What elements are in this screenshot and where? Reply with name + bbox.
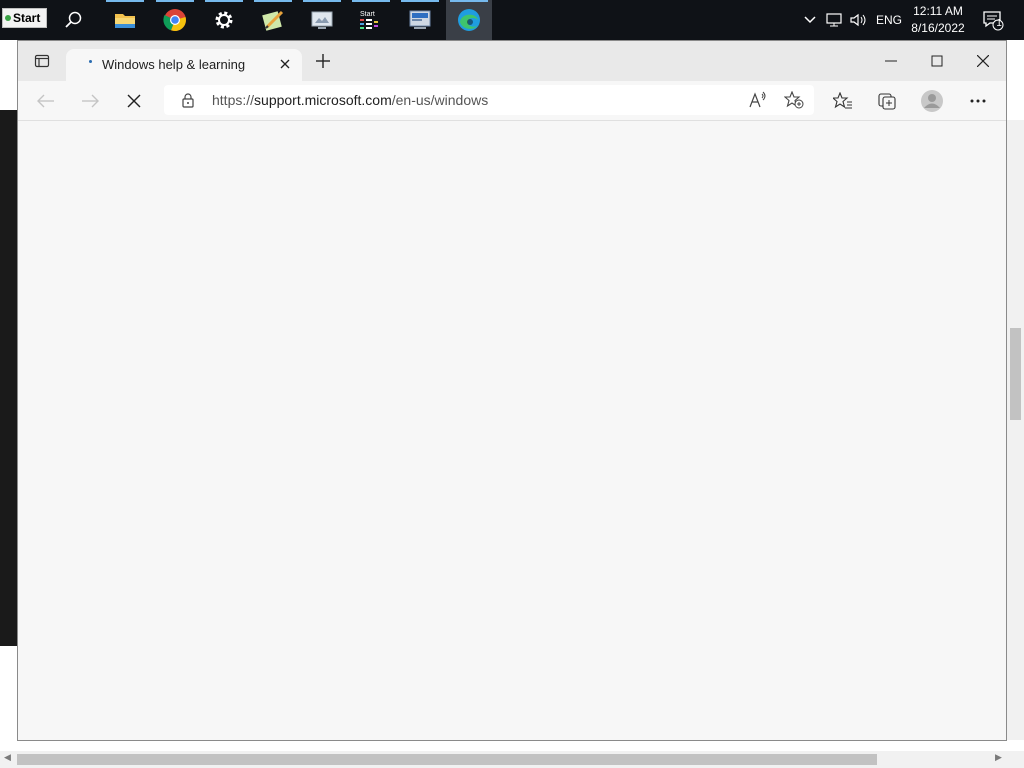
system-clock[interactable]: 12:11 AM 8/16/2022 — [905, 3, 971, 37]
show-hidden-icons-chevron-icon[interactable] — [803, 0, 817, 40]
paint-icon[interactable] — [299, 0, 345, 40]
new-tab-icon[interactable] — [307, 41, 339, 81]
address-bar[interactable]: https://support.microsoft.com/en-us/wind… — [164, 85, 814, 115]
url-domain: support.microsoft.com — [254, 92, 392, 108]
background-vertical-scroll-thumb[interactable] — [1010, 328, 1021, 420]
tab-title: Windows help & learning — [102, 57, 246, 72]
scroll-right-arrow-icon[interactable]: ▶ — [995, 752, 1002, 763]
tab-loading-icon — [89, 60, 92, 63]
tab-actions-icon[interactable] — [22, 41, 62, 81]
url-prefix: https:// — [212, 92, 255, 108]
volume-icon[interactable] — [849, 0, 869, 40]
file-explorer-icon[interactable] — [102, 0, 148, 40]
background-vertical-scrollbar[interactable] — [1007, 120, 1024, 740]
scroll-left-arrow-icon[interactable]: ◀ — [4, 752, 11, 763]
tab-close-icon[interactable] — [276, 55, 294, 73]
background-window-dark-strip — [0, 110, 18, 646]
settings-more-icon[interactable] — [962, 85, 994, 117]
edge-browser-window: Windows help & learning https://support.… — [17, 40, 1007, 741]
svg-text:Start: Start — [360, 11, 375, 18]
settings-gear-icon[interactable] — [201, 0, 247, 40]
clock-time: 12:11 AM — [913, 4, 963, 18]
stop-loading-icon[interactable] — [118, 85, 150, 117]
active-tab[interactable]: Windows help & learning — [66, 49, 302, 81]
background-window-edge — [0, 40, 18, 110]
language-indicator[interactable]: ENG — [876, 0, 902, 40]
taskbar: Start Start ENG 12:11 AM 8/16/2022 1 — [0, 0, 1024, 40]
start-button[interactable]: Start — [2, 8, 47, 28]
network-icon[interactable] — [826, 0, 844, 40]
url-path: /en-us/windows — [391, 92, 489, 108]
control-panel-icon[interactable] — [397, 0, 443, 40]
chrome-icon[interactable] — [152, 0, 198, 40]
read-aloud-icon[interactable] — [748, 91, 768, 114]
maximize-icon[interactable] — [914, 41, 960, 81]
minimize-icon[interactable] — [868, 41, 914, 81]
lock-icon[interactable] — [182, 93, 194, 113]
page-content-blank[interactable] — [18, 121, 1006, 740]
notepad-pen-icon[interactable] — [250, 0, 296, 40]
search-icon[interactable] — [50, 0, 96, 40]
notification-count-badge: 1 — [996, 18, 1002, 29]
start-menu-app-icon[interactable]: Start — [348, 0, 394, 40]
profile-avatar-icon[interactable] — [916, 85, 948, 117]
start-label: Start — [13, 11, 41, 25]
browser-titlebar: Windows help & learning — [18, 41, 1006, 81]
forward-arrow-icon[interactable] — [74, 85, 106, 117]
back-arrow-icon[interactable] — [30, 85, 62, 117]
add-favorite-icon[interactable] — [783, 90, 804, 114]
favorites-icon[interactable] — [827, 85, 859, 117]
close-window-icon[interactable] — [960, 41, 1006, 81]
browser-toolbar: https://support.microsoft.com/en-us/wind… — [18, 81, 1006, 121]
url-text[interactable]: https://support.microsoft.com/en-us/wind… — [212, 92, 488, 108]
background-horizontal-scroll-thumb[interactable] — [17, 754, 877, 765]
edge-icon[interactable] — [446, 0, 492, 40]
clock-date: 8/16/2022 — [911, 21, 965, 35]
start-orb-icon — [5, 15, 11, 21]
collections-icon[interactable] — [871, 85, 903, 117]
